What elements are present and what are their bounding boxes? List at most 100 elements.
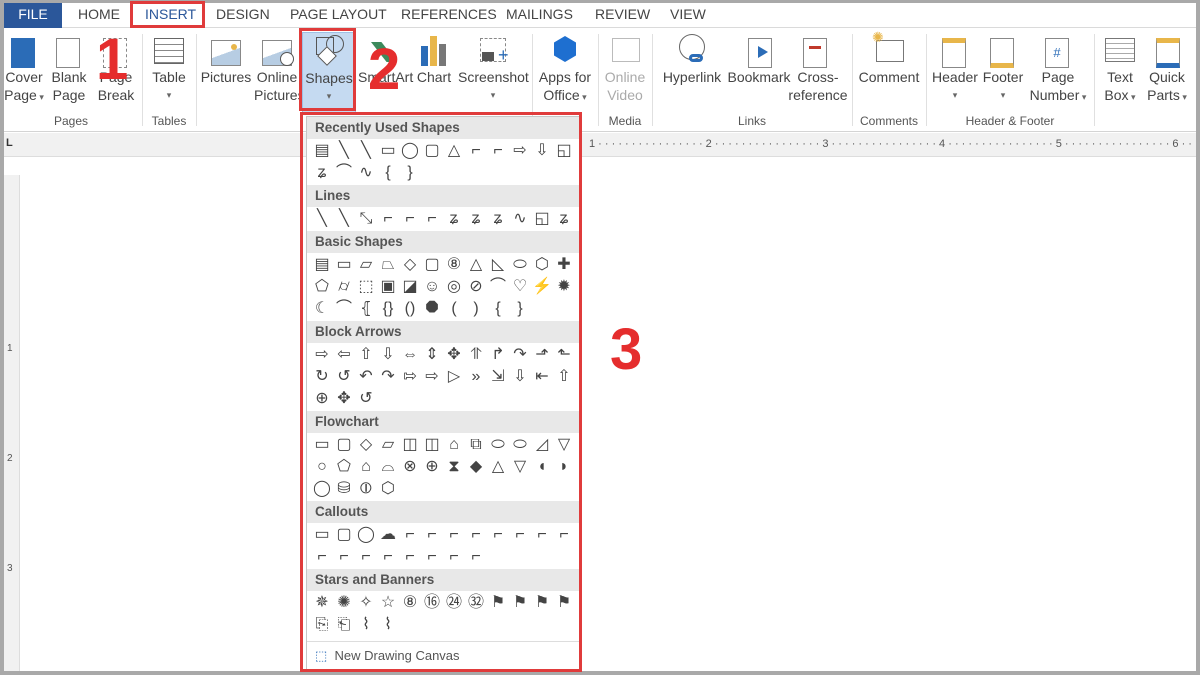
horizontal-ruler[interactable]: L 1 · · · · · · · · · · · · · · · · 2 · ·…	[4, 133, 1196, 157]
shape-icon[interactable]: ⌐	[487, 524, 509, 546]
tab-review[interactable]: REVIEW	[583, 3, 662, 28]
tab-mailings[interactable]: MAILINGS	[494, 3, 585, 28]
apps-for-office-button[interactable]: Apps for Office ▾	[536, 32, 594, 106]
shape-icon[interactable]: ⌇	[355, 614, 377, 636]
shape-icon[interactable]: ⌂	[443, 434, 465, 456]
shape-icon[interactable]: ◎	[443, 276, 465, 298]
shape-icon[interactable]: ▢	[333, 434, 355, 456]
shape-icon[interactable]: ◯	[355, 524, 377, 546]
page-number-button[interactable]: # Page Number ▾	[1026, 32, 1090, 106]
shape-icon[interactable]: ▽	[509, 456, 531, 478]
shape-icon[interactable]: ⊗	[399, 456, 421, 478]
shape-icon[interactable]: ∿	[509, 208, 531, 230]
tab-view[interactable]: VIEW	[658, 3, 718, 28]
shape-icon[interactable]: ↻	[311, 366, 333, 388]
shape-icon[interactable]: }	[399, 162, 421, 184]
shape-icon[interactable]: ⌐	[421, 546, 443, 568]
shape-icon[interactable]: ╲	[311, 208, 333, 230]
shape-icon[interactable]: ↱	[487, 344, 509, 366]
shape-icon[interactable]: ◖	[531, 456, 553, 478]
shape-icon[interactable]: ▽	[553, 434, 575, 456]
shape-icon[interactable]: ⌂	[355, 456, 377, 478]
shape-icon[interactable]: ◇	[355, 434, 377, 456]
shape-icon[interactable]: ▱	[377, 434, 399, 456]
shape-icon[interactable]: ʑ	[553, 208, 575, 230]
shape-icon[interactable]: ⏢	[377, 254, 399, 276]
shape-icon[interactable]: ↺	[355, 388, 377, 410]
shape-icon[interactable]: ⊘	[465, 276, 487, 298]
shape-icon[interactable]: {	[487, 298, 509, 320]
shape-icon[interactable]: ⌓	[377, 456, 399, 478]
shape-icon[interactable]: ☆	[377, 592, 399, 614]
shape-icon[interactable]: {}	[377, 298, 399, 320]
shape-icon[interactable]: »	[465, 366, 487, 388]
shape-icon[interactable]: ⌐	[399, 524, 421, 546]
document-page[interactable]	[20, 158, 1196, 671]
footer-button[interactable]: Footer ▾	[980, 32, 1026, 104]
cover-page-button[interactable]: Cover Page ▾	[4, 32, 44, 106]
bookmark-button[interactable]: Bookmark	[726, 32, 792, 86]
shape-icon[interactable]: ⬠	[333, 456, 355, 478]
shape-icon[interactable]: ✥	[443, 344, 465, 366]
shape-icon[interactable]: ▭	[311, 434, 333, 456]
shape-icon[interactable]: ⯃	[421, 298, 443, 320]
shape-icon[interactable]: ◇	[399, 254, 421, 276]
shape-icon[interactable]: ⬭	[487, 434, 509, 456]
shape-icon[interactable]: ◿	[531, 434, 553, 456]
shape-icon[interactable]: ⇕	[421, 344, 443, 366]
shape-icon[interactable]: ↷	[377, 366, 399, 388]
shape-icon[interactable]: ⇲	[487, 366, 509, 388]
shape-icon[interactable]: ⎗	[333, 614, 355, 636]
shape-icon[interactable]: ⚡	[531, 276, 553, 298]
shape-icon[interactable]: ⬠	[311, 276, 333, 298]
shape-icon[interactable]: ☾	[311, 298, 333, 320]
shape-icon[interactable]: {	[377, 162, 399, 184]
shape-icon[interactable]: ⬑	[553, 344, 575, 366]
shape-icon[interactable]: ◱	[553, 140, 575, 162]
shape-icon[interactable]: ⇩	[377, 344, 399, 366]
shape-icon[interactable]: ⚑	[553, 592, 575, 614]
shape-icon[interactable]: ⌐	[443, 546, 465, 568]
screenshot-button[interactable]: + Screenshot ▾	[458, 32, 529, 104]
shape-icon[interactable]: ⌐	[333, 546, 355, 568]
shape-icon[interactable]: ⦶	[355, 478, 377, 500]
shape-icon[interactable]: ⦃	[355, 298, 377, 320]
shape-icon[interactable]: ⇨	[509, 140, 531, 162]
shape-icon[interactable]: ⌐	[421, 524, 443, 546]
shape-icon[interactable]: ⬡	[531, 254, 553, 276]
shape-icon[interactable]: ʑ	[487, 208, 509, 230]
new-drawing-canvas-item[interactable]: ⬚ New Drawing Canvas	[307, 641, 581, 670]
shape-icon[interactable]: ⤡	[355, 208, 377, 230]
shape-icon[interactable]: ◺	[487, 254, 509, 276]
shape-icon[interactable]: ⌒	[333, 162, 355, 184]
shape-icon[interactable]: ⬭	[509, 254, 531, 276]
shape-icon[interactable]: ▢	[421, 140, 443, 162]
shape-icon[interactable]: ✥	[333, 388, 355, 410]
shape-icon[interactable]: ▭	[333, 254, 355, 276]
shape-icon[interactable]: ⚑	[531, 592, 553, 614]
shape-icon[interactable]: ⥣	[465, 344, 487, 366]
shape-icon[interactable]: ⇨	[311, 344, 333, 366]
shape-icon[interactable]: ⊕	[421, 456, 443, 478]
shape-icon[interactable]: ⛁	[333, 478, 355, 500]
shape-icon[interactable]: ⇩	[509, 366, 531, 388]
shape-icon[interactable]: ▷	[443, 366, 465, 388]
shape-icon[interactable]: ◯	[399, 140, 421, 162]
shape-icon[interactable]: ⌒	[333, 298, 355, 320]
shape-icon[interactable]: ♡	[509, 276, 531, 298]
tab-file[interactable]: FILE	[4, 3, 62, 28]
blank-page-button[interactable]: Blank Page	[48, 32, 90, 104]
shape-icon[interactable]: ▣	[377, 276, 399, 298]
shape-icon[interactable]: ⚑	[487, 592, 509, 614]
shape-icon[interactable]: ⌐	[465, 546, 487, 568]
shape-icon[interactable]: ↺	[333, 366, 355, 388]
pictures-button[interactable]: Pictures	[200, 32, 252, 86]
shape-icon[interactable]: ⑧	[399, 592, 421, 614]
tab-insert[interactable]: INSERT	[133, 3, 208, 28]
shape-icon[interactable]: ⇰	[399, 366, 421, 388]
shape-icon[interactable]: ⌐	[399, 546, 421, 568]
shape-icon[interactable]: ◯	[311, 478, 333, 500]
shape-icon[interactable]: ⬏	[531, 344, 553, 366]
shape-icon[interactable]: ⌇	[377, 614, 399, 636]
shape-icon[interactable]: ⧉	[465, 434, 487, 456]
